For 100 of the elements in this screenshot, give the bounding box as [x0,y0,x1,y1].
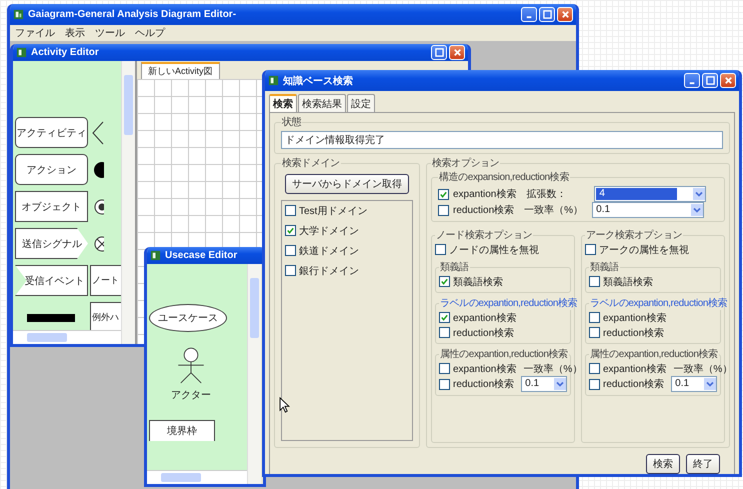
window-title: 知識ベース検索 [283,74,354,88]
horizontal-scrollbar[interactable] [147,470,247,484]
checkbox[interactable] [439,312,450,323]
maximize-button[interactable] [431,45,447,60]
checkbox[interactable] [285,205,296,216]
checkbox[interactable] [589,276,600,287]
close-button[interactable] [557,7,573,22]
minimize-button[interactable] [684,73,700,88]
checkbox[interactable] [285,265,296,276]
group-label: ノード検索オプション [435,228,534,242]
checkbox[interactable] [439,363,450,374]
checkbox-label: expantion検索 [453,188,516,201]
close-button[interactable] [720,73,736,88]
action-tool[interactable]: アクション [15,154,88,185]
checkbox-label: expantion検索 [603,312,666,324]
note-tool[interactable]: ノート [90,265,121,296]
usecase-tool[interactable]: ユースケース [149,304,227,332]
object-tool[interactable]: オブジェクト [15,191,88,222]
field-label: 一致率（%） [524,204,584,217]
window-title: Activity Editor [31,47,100,58]
checkbox[interactable] [438,188,449,200]
dropdown[interactable]: 0.1 [592,202,704,218]
checkbox[interactable] [589,363,600,374]
checkbox-label: 類義語検索 [453,276,503,288]
checkbox-label: expantion検索 [603,362,666,376]
checkbox[interactable] [589,378,600,390]
menu-item[interactable]: ツール [95,26,125,40]
status-field[interactable]: ドメイン情報取得完了 [281,131,723,149]
group-label: 類義語 [439,260,470,274]
group-label: ラベルのexpantion,reduction検索 [589,296,728,310]
tab[interactable]: 検索結果 [298,94,346,112]
checkbox-label: Test用ドメイン [299,204,368,218]
chevron-down-icon[interactable] [704,378,716,390]
maximize-button[interactable] [539,7,555,22]
dialog-button[interactable]: 検索 [646,454,680,474]
horizontal-scrollbar[interactable] [13,330,121,344]
minimize-button[interactable] [521,7,537,22]
maximize-button[interactable] [702,73,718,88]
chevron-down-icon[interactable] [691,204,704,216]
vertical-scrollbar[interactable] [247,264,261,484]
checkbox-label: reduction検索 [453,326,514,340]
checkbox[interactable] [439,276,450,287]
dropdown[interactable]: 0.1 [671,376,717,392]
activity-tool[interactable]: アクティビティ [15,117,88,148]
mouse-pointer-icon [279,397,290,413]
checkbox-label: アークの属性を無視 [599,244,689,256]
window-title: Gaiagram-General Analysis Diagram Editor- [28,9,238,20]
close-button[interactable] [449,45,465,60]
dialog-button[interactable]: 終了 [686,454,720,474]
dropdown-value: 4 [596,188,678,200]
checkbox[interactable] [585,244,596,255]
group-label: 状態 [281,116,302,129]
dropdown[interactable]: 4 [594,186,706,202]
app-icon [268,75,279,86]
checkbox-label: reduction検索 [453,378,514,391]
vertical-scrollbar[interactable] [121,61,135,344]
maximize-icon [434,48,444,57]
decision-tool-icon[interactable] [92,120,104,144]
maximize-icon [706,76,714,85]
dropdown-value: 0.1 [595,203,612,217]
checkbox[interactable] [439,327,450,338]
close-icon [724,76,732,85]
menu-item[interactable]: ヘルプ [135,26,165,40]
group-label: ラベルのexpantion,reduction検索 [439,296,578,310]
checkbox-label: 類義語検索 [603,276,653,288]
exception-tool[interactable]: 例外ハ [90,302,121,330]
send-signal-tool[interactable]: 送信シグナル [15,228,88,259]
boundary-tool[interactable]: 境界枠 [149,420,215,441]
maximize-icon [542,10,552,19]
checkbox[interactable] [589,312,600,323]
close-icon [452,48,462,57]
group-label: 構造のexpansion,reduction検索 [438,170,570,184]
checkbox[interactable] [435,244,446,255]
app-icon [150,250,161,261]
group-label: 検索オプション [431,156,500,170]
group-label: 属性のexpantion,reduction検索 [589,348,719,361]
document-tab[interactable]: 新しいActivity図 [141,62,220,79]
group-label: 検索ドメイン [281,156,341,170]
tab[interactable]: 検索 [269,94,297,112]
checkbox[interactable] [285,245,296,256]
checkbox[interactable] [589,327,600,338]
fork-bar-tool[interactable] [27,314,75,322]
chevron-down-icon[interactable] [693,188,706,200]
checkbox[interactable] [438,204,449,216]
checkbox[interactable] [439,378,450,390]
dropdown-value: 0.1 [674,377,690,391]
menu-item[interactable]: ファイル [15,26,55,40]
tab[interactable]: 設定 [347,94,375,112]
field-label: 拡張数： [526,188,568,201]
fetch-domain-button[interactable]: サーバからドメイン取得 [285,174,409,194]
actor-label: アクター [171,389,211,402]
group-label: 類義語 [589,260,620,274]
menu-item[interactable]: 表示 [65,26,85,40]
group-label: 属性のexpantion,reduction検索 [439,348,569,361]
close-icon [560,10,570,19]
app-icon [13,9,24,20]
dropdown[interactable]: 0.1 [521,376,567,392]
checkbox[interactable] [285,225,296,236]
chevron-down-icon[interactable] [554,378,566,390]
field-label: 一致率（%） [523,362,582,376]
